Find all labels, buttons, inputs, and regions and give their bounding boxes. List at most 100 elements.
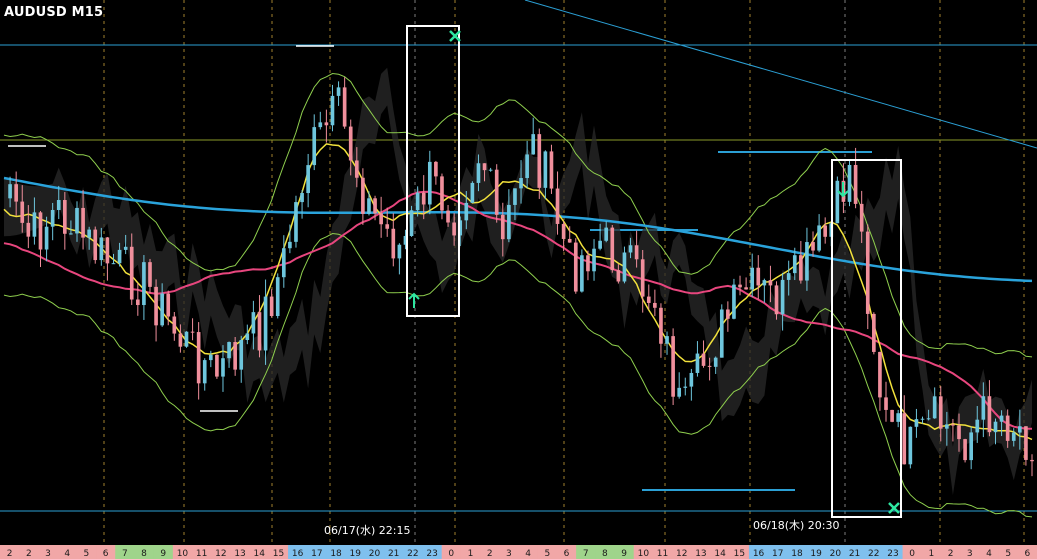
candle (1024, 426, 1028, 460)
candle (835, 180, 840, 224)
candle (738, 284, 742, 288)
candle (762, 280, 767, 286)
hour-label: 9 (621, 549, 627, 559)
candle (774, 285, 779, 315)
candle (865, 231, 870, 314)
hour-label: 5 (544, 549, 550, 559)
candle (373, 198, 377, 214)
candle (567, 238, 572, 243)
candle (683, 386, 688, 388)
hour-label: 17 (311, 549, 322, 559)
candle (208, 354, 213, 361)
candle (707, 365, 712, 367)
candle (622, 252, 627, 282)
candle (689, 372, 694, 387)
candle (391, 228, 396, 259)
candle (482, 163, 487, 171)
candle (166, 293, 171, 317)
hour-label: 8 (141, 549, 147, 559)
hour-label: 15 (273, 549, 284, 559)
candle (573, 242, 578, 292)
candle (452, 222, 456, 236)
candle (951, 424, 955, 426)
candle (427, 161, 432, 205)
candle (354, 160, 359, 178)
candle (69, 233, 73, 235)
hour-label: 2 (487, 549, 493, 559)
candle (288, 241, 292, 249)
candle (859, 203, 864, 232)
candle (634, 245, 639, 260)
candle (592, 248, 596, 272)
candle (713, 357, 718, 367)
hour-label: 18 (791, 549, 803, 559)
candle (202, 360, 207, 384)
hour-label: 1 (468, 549, 474, 559)
hour-label: 17 (772, 549, 783, 559)
candle (434, 161, 438, 177)
candle (677, 387, 682, 397)
candle (367, 198, 371, 214)
candle (361, 177, 365, 214)
candle (507, 204, 511, 240)
candle (780, 279, 785, 315)
timestamp-label-1: 06/17(水) 22:15 (324, 524, 411, 537)
candle (975, 419, 980, 433)
hour-label: 22 (868, 549, 879, 559)
down-arrow-icon (837, 182, 849, 198)
candle (117, 249, 122, 264)
candle (135, 299, 140, 306)
candle (744, 287, 748, 290)
candle (178, 333, 183, 347)
candle (446, 210, 450, 223)
candle (701, 353, 706, 366)
candle (640, 259, 645, 297)
candle (719, 309, 724, 358)
candle (397, 244, 402, 259)
hour-label: 7 (122, 549, 128, 559)
hour-label: 8 (602, 549, 608, 559)
candle (233, 342, 237, 370)
candle (902, 413, 907, 465)
hour-label: 4 (525, 549, 531, 559)
candle (348, 126, 353, 161)
hour-label: 2 (948, 549, 954, 559)
candle (196, 332, 201, 384)
trend-line (524, 0, 1037, 149)
candle (440, 176, 444, 211)
candle (123, 246, 128, 250)
candle (385, 224, 390, 229)
candle (409, 210, 414, 236)
hour-label: 4 (64, 549, 70, 559)
hour-label: 12 (676, 549, 687, 559)
hour-label: 3 (506, 549, 512, 559)
candle (215, 354, 219, 377)
candle (768, 280, 773, 286)
candle (896, 413, 901, 422)
candle (476, 163, 481, 183)
hour-label: 10 (177, 549, 189, 559)
candle (653, 302, 657, 308)
hour-label: 20 (830, 549, 842, 559)
candle (160, 293, 164, 326)
symbol-label: AUDUSD M15 (4, 5, 104, 20)
hour-label: 1 (929, 549, 935, 559)
timestamp-label-2: 06/18(木) 20:30 (753, 519, 840, 532)
hour-label: 20 (369, 549, 381, 559)
candle (549, 151, 554, 189)
candle (513, 188, 517, 205)
candle (44, 226, 49, 250)
candle (99, 237, 104, 261)
candle (14, 184, 18, 202)
candle (756, 267, 761, 286)
candle (81, 207, 85, 238)
candle (93, 229, 98, 261)
candle (306, 165, 310, 194)
candle (8, 184, 12, 199)
candle (598, 240, 602, 249)
candle (379, 213, 383, 225)
candle (494, 169, 499, 215)
candle (105, 237, 110, 264)
candle (148, 262, 152, 287)
candle (993, 421, 998, 433)
